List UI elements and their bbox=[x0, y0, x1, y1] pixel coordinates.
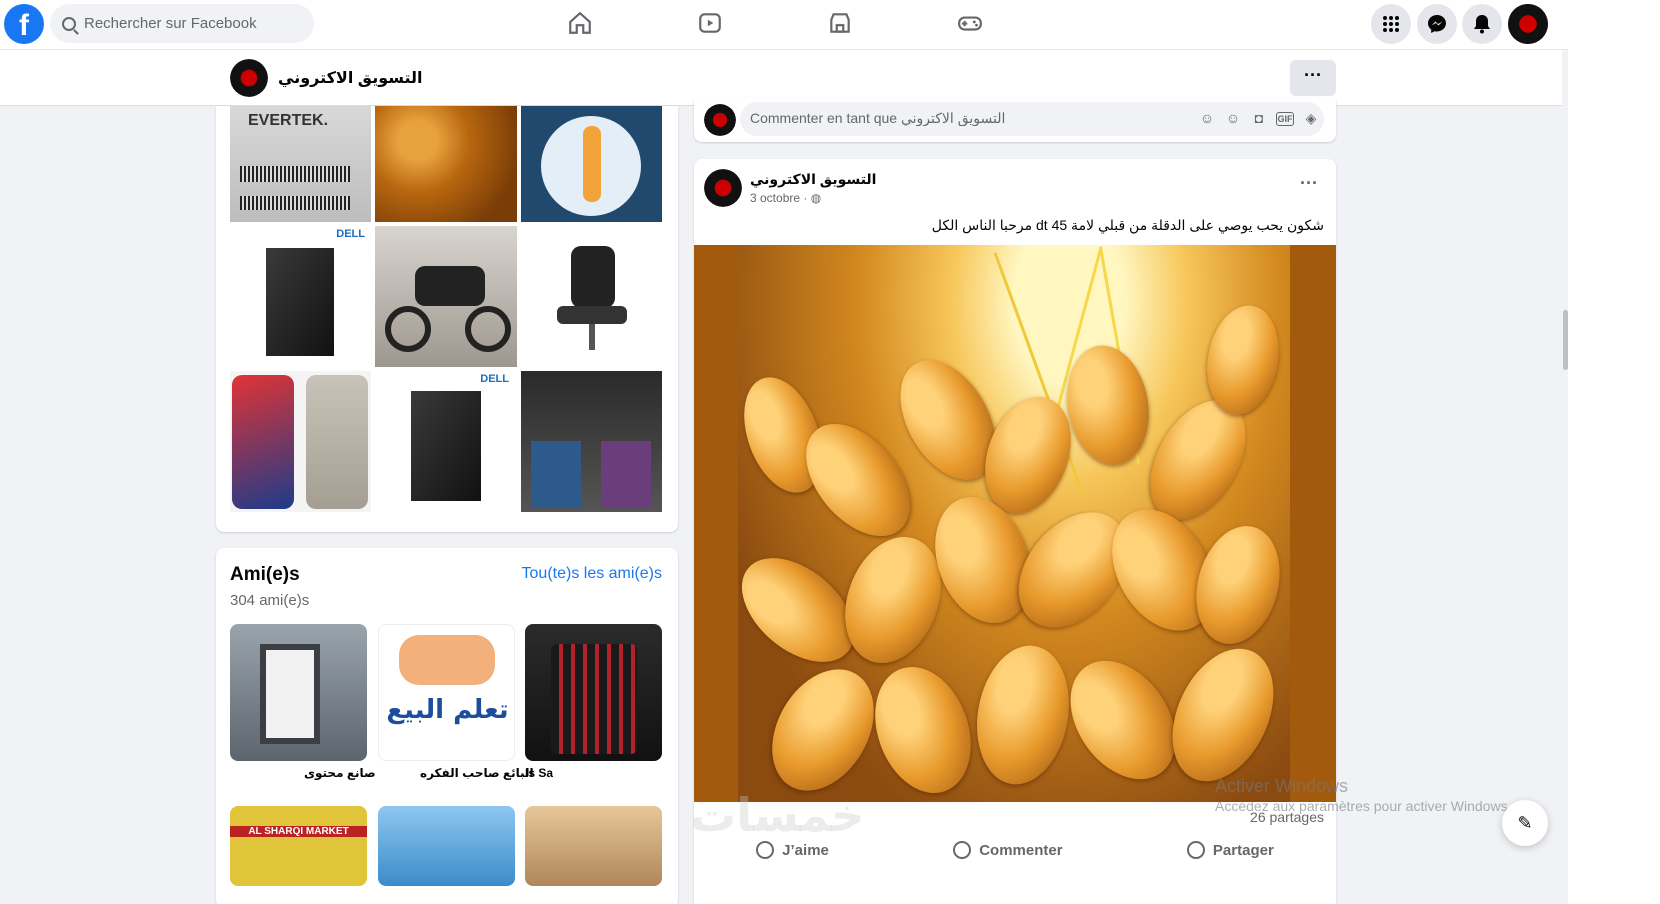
friend-photo[interactable] bbox=[525, 624, 662, 761]
right-margin bbox=[1568, 0, 1660, 904]
page-name[interactable]: التسويق الاكتروني bbox=[278, 68, 423, 88]
comment-input[interactable] bbox=[750, 110, 1170, 126]
new-message-button[interactable]: ✎ bbox=[1502, 800, 1548, 846]
photo-brand-text: EVERTEK. bbox=[248, 112, 329, 129]
comment-box[interactable]: ☺ ☺ ◘ GIF ◈ bbox=[740, 102, 1324, 136]
friend-photo[interactable] bbox=[378, 806, 515, 886]
commenter-avatar[interactable] bbox=[704, 104, 736, 136]
share-arrow-icon bbox=[1186, 841, 1205, 859]
avatar-sticker-icon[interactable]: ☺ bbox=[1198, 110, 1216, 128]
photo-office-chair[interactable] bbox=[521, 226, 662, 367]
see-all-friends-link[interactable]: Tou(te)s les ami(e)s bbox=[522, 565, 662, 583]
emoji-icon[interactable]: ☺ bbox=[1224, 110, 1242, 128]
activate-windows-title: Activer Windows bbox=[1215, 776, 1349, 796]
friend-photo-text: AL SHARQI MARKET bbox=[230, 826, 367, 837]
sticker-icon[interactable]: ◈ bbox=[1302, 110, 1320, 128]
photo-smartphones[interactable] bbox=[230, 371, 371, 512]
photo-moped[interactable] bbox=[375, 226, 517, 367]
post-date-text: 3 octobre · bbox=[750, 191, 811, 205]
thumbs-up-icon bbox=[756, 841, 775, 859]
post-text: شكون يحب يوصي على الدقلة من قبلي لامة 45… bbox=[931, 217, 1324, 233]
comment-composer-card: ☺ ☺ ◘ GIF ◈ bbox=[694, 98, 1336, 142]
post-author-name[interactable]: التسويق الاكتروني bbox=[750, 171, 876, 188]
facebook-logo[interactable]: f bbox=[4, 4, 44, 44]
menu-grid-icon[interactable] bbox=[1371, 4, 1411, 44]
friend-photo-text: تعلم البيع bbox=[386, 695, 509, 725]
search-icon bbox=[62, 16, 76, 31]
photo-dates[interactable] bbox=[375, 106, 517, 222]
camera-icon[interactable]: ◘ bbox=[1250, 110, 1268, 128]
page-avatar[interactable] bbox=[230, 59, 268, 97]
friend-photo[interactable]: AL SHARQI MARKET bbox=[230, 806, 367, 886]
search-bar[interactable] bbox=[50, 4, 314, 43]
activate-windows-subtitle: Accédez aux paramètres pour activer Wind… bbox=[1215, 798, 1512, 814]
compose-edit-icon: ✎ bbox=[1517, 812, 1533, 833]
marketplace-icon[interactable] bbox=[827, 10, 853, 36]
page-logo-icon bbox=[704, 104, 736, 136]
photos-card: EVERTEK. DELL DELL bbox=[216, 106, 678, 532]
friend-photo[interactable] bbox=[230, 624, 367, 761]
friend-name[interactable]: البائع صاحب الفكره bbox=[420, 766, 534, 780]
top-navigation-bar: f bbox=[0, 0, 1660, 50]
search-input[interactable] bbox=[84, 15, 284, 32]
gaming-icon[interactable] bbox=[957, 10, 983, 36]
post-author-avatar[interactable] bbox=[704, 169, 742, 207]
friend-name[interactable]: Is Sa bbox=[525, 766, 553, 780]
friend-photo[interactable] bbox=[525, 806, 662, 886]
gif-icon[interactable]: GIF bbox=[1276, 112, 1294, 126]
dell-logo-text: DELL bbox=[480, 373, 509, 385]
page-more-button[interactable]: ··· bbox=[1290, 60, 1336, 96]
globe-icon: ◍ bbox=[810, 191, 822, 205]
post-image-dates[interactable] bbox=[694, 245, 1336, 802]
page-logo-icon bbox=[230, 59, 268, 97]
home-icon[interactable] bbox=[567, 10, 593, 36]
dell-logo-text: DELL bbox=[336, 228, 365, 240]
friends-card: Ami(e)s 304 ami(e)s Tou(te)s les ami(e)s… bbox=[216, 548, 678, 904]
friends-title: Ami(e)s bbox=[230, 564, 300, 585]
comment-label: Commenter bbox=[979, 841, 1063, 859]
photo-dell-tower-2[interactable]: DELL bbox=[375, 371, 517, 512]
photo-ps4-games[interactable] bbox=[521, 371, 662, 512]
photo-illustration[interactable] bbox=[521, 106, 662, 222]
account-avatar[interactable] bbox=[1508, 4, 1548, 44]
post-options-button[interactable]: ··· bbox=[1300, 173, 1318, 194]
friend-name[interactable]: صانع محتوى bbox=[304, 766, 376, 780]
comment-bubble-icon bbox=[953, 841, 972, 859]
page-logo-icon bbox=[704, 169, 742, 207]
like-label: J’aime bbox=[782, 841, 829, 859]
notifications-bell-icon[interactable] bbox=[1462, 4, 1502, 44]
post-date[interactable]: 3 octobre · ◍ bbox=[750, 191, 821, 205]
comment-button[interactable]: Commenter bbox=[953, 835, 1063, 865]
friend-photo[interactable]: تعلم البيع bbox=[378, 624, 515, 761]
site-watermark: خمسات bbox=[690, 789, 865, 841]
photo-battery-label[interactable]: EVERTEK. bbox=[230, 106, 371, 222]
messenger-icon[interactable] bbox=[1417, 4, 1457, 44]
page-logo-icon bbox=[1508, 4, 1548, 44]
video-icon[interactable] bbox=[697, 10, 723, 36]
photo-dell-tower-1[interactable]: DELL bbox=[230, 226, 371, 367]
share-label: Partager bbox=[1212, 841, 1274, 859]
share-button[interactable]: Partager bbox=[1186, 835, 1274, 865]
friends-count: 304 ami(e)s bbox=[230, 592, 310, 609]
